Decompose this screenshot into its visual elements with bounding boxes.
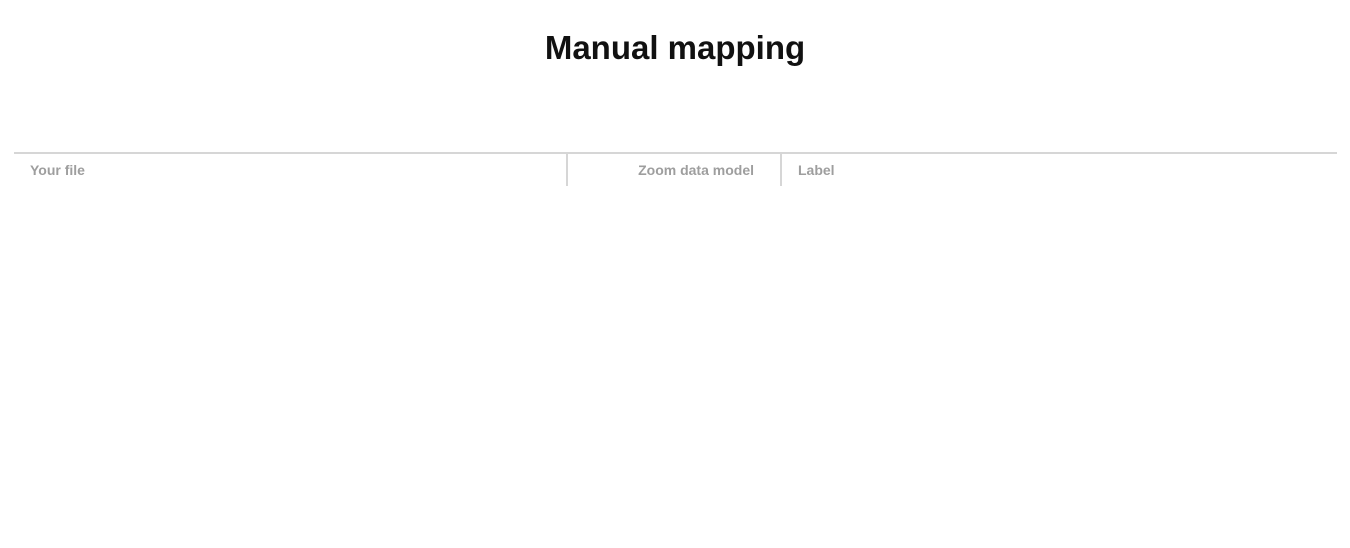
column-header-label: Label [798,162,835,178]
mapping-table: Your file Zoom data model Label [14,152,1337,186]
table-header-row: Your file Zoom data model Label [14,154,1337,186]
page-title: Manual mapping [544,29,806,66]
column-header-your-file: Your file [14,154,568,186]
column-header-zoom-data-model: Zoom data model [568,154,782,186]
